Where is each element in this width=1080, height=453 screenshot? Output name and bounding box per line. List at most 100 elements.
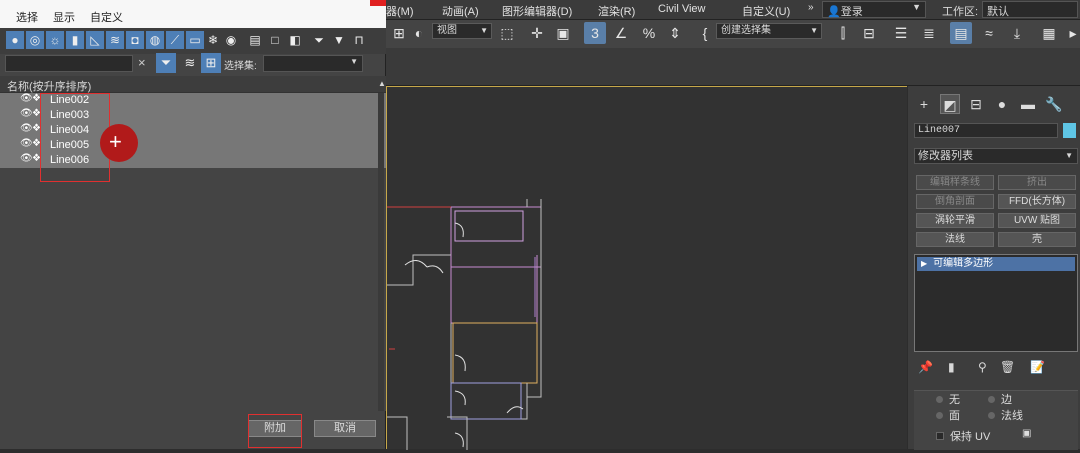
modifier-stack[interactable]: ▶ 可编辑多边形 xyxy=(914,254,1078,352)
eye-icon[interactable]: 👁 xyxy=(20,123,33,134)
filter-cameras-icon[interactable]: ▮ xyxy=(66,31,84,49)
motion-tab-icon[interactable]: ● xyxy=(992,94,1012,114)
settings-icon[interactable]: ▣ xyxy=(1022,428,1031,439)
menubar-overflow-icon[interactable]: » xyxy=(808,2,814,13)
modifier-button[interactable]: FFD(长方体) xyxy=(998,194,1076,209)
modify-tab-icon[interactable]: ◩ xyxy=(940,94,960,114)
filter-xrefs-icon[interactable]: ◍ xyxy=(146,31,164,49)
eye-icon[interactable]: 👁 xyxy=(20,153,33,164)
menu-item-animation[interactable]: 动画(A) xyxy=(442,3,479,19)
radio-face[interactable]: 面 xyxy=(936,407,960,423)
viewport[interactable] xyxy=(386,86,907,450)
filter-icon[interactable]: ▼ xyxy=(330,31,348,49)
align-icon[interactable]: ⊟ xyxy=(858,22,880,44)
material-editor-icon[interactable]: ▦ xyxy=(1038,22,1060,44)
scene-explorer-icon[interactable]: ☰ xyxy=(890,22,912,44)
filter-shapes-icon[interactable]: ◎ xyxy=(26,31,44,49)
close-button[interactable] xyxy=(370,0,386,6)
display-tab-icon[interactable]: ▬ xyxy=(1018,94,1038,114)
modifier-button[interactable]: 法线 xyxy=(916,232,994,247)
show-end-result-icon[interactable]: ▮ xyxy=(948,360,955,374)
layers-icon[interactable]: ≋ xyxy=(180,53,200,73)
selection-set-dropdown[interactable]: ▼ xyxy=(263,55,363,72)
modifier-button[interactable]: 倒角剖面 xyxy=(916,194,994,209)
modifier-list-dropdown[interactable]: 修改器列表 ▼ xyxy=(914,148,1078,164)
list-header[interactable]: 名称(按升序排序) ▲ xyxy=(0,76,386,93)
login-dropdown[interactable]: 👤登录 ▼ xyxy=(822,1,926,18)
ribbon-icon[interactable]: ▤ xyxy=(950,22,972,44)
select-all-icon[interactable]: ▤ xyxy=(246,31,264,49)
spinner-snap-icon[interactable]: ⇕ xyxy=(664,22,686,44)
snap-3d-icon[interactable]: 3 xyxy=(584,22,606,44)
dialog-menu-display[interactable]: 显示 xyxy=(53,9,75,25)
modifier-button[interactable]: 涡轮平滑 xyxy=(916,213,994,228)
filter-funnel-icon[interactable]: ⏷ xyxy=(310,31,328,49)
menu-item-modifiers[interactable]: 器(M) xyxy=(386,3,414,19)
modifier-button[interactable]: UVW 贴图 xyxy=(998,213,1076,228)
chevron-down-icon: ▼ xyxy=(1065,151,1073,160)
object-color-swatch[interactable] xyxy=(1063,123,1076,138)
eye-icon[interactable]: 👁 xyxy=(20,108,33,119)
move-icon[interactable]: ✛ xyxy=(526,22,548,44)
filter-groups-icon[interactable]: ◘ xyxy=(126,31,144,49)
render-setup-icon[interactable]: ▸ xyxy=(1062,22,1080,44)
make-unique-icon[interactable]: ⚲ xyxy=(978,360,987,374)
pin-stack-icon[interactable]: 📌 xyxy=(918,360,933,374)
select-none-icon[interactable]: □ xyxy=(266,31,284,49)
filter-spacewarps-icon[interactable]: ≋ xyxy=(106,31,124,49)
object-name-field[interactable]: Line007 xyxy=(914,123,1058,138)
filter-bones-icon[interactable]: ⟋ xyxy=(166,31,184,49)
display-children-icon[interactable]: ⊓ xyxy=(350,31,368,49)
radio-edge[interactable]: 边 xyxy=(988,391,1012,407)
menu-item-civil-view[interactable]: Civil View xyxy=(658,3,705,15)
hierarchy-icon[interactable]: ⊞ xyxy=(201,53,221,73)
workspace-dropdown[interactable]: 默认 xyxy=(982,1,1078,18)
utilities-tab-icon[interactable]: 🔧 xyxy=(1044,94,1064,114)
mirror-icon[interactable]: ⫿ xyxy=(832,22,854,44)
hierarchy-tab-icon[interactable]: ⊟ xyxy=(966,94,986,114)
eye-icon[interactable]: 👁 xyxy=(20,138,33,149)
expand-arrow-icon[interactable]: ▶ xyxy=(921,259,927,268)
schematic-view-icon[interactable]: ⤓ xyxy=(1006,22,1028,44)
radio-normal[interactable]: 法线 xyxy=(988,407,1023,423)
remove-modifier-icon[interactable]: 🗑 xyxy=(1000,360,1015,374)
radio-none[interactable]: 无 xyxy=(936,391,960,407)
reference-coord-dropdown[interactable]: 视图 ▼ xyxy=(432,23,492,39)
scrollbar[interactable] xyxy=(378,93,384,411)
search-input[interactable] xyxy=(5,55,133,72)
dialog-menu-customize[interactable]: 自定义 xyxy=(90,9,123,25)
configure-sets-icon[interactable]: 📝 xyxy=(1030,360,1045,374)
create-tab-icon[interactable]: + xyxy=(914,94,934,114)
manipulate-icon[interactable]: ▣ xyxy=(552,22,574,44)
curve-editor-icon[interactable]: ≈ xyxy=(978,22,1000,44)
bind-space-warp-icon[interactable]: ◐ xyxy=(408,22,430,44)
filter-lights-icon[interactable]: ☼ xyxy=(46,31,64,49)
modifier-button[interactable]: 挤出 xyxy=(998,175,1076,190)
modifier-button[interactable]: 壳 xyxy=(998,232,1076,247)
keep-uv-checkbox[interactable]: 保持 UV xyxy=(936,428,990,444)
menu-item-graph-editors[interactable]: 图形编辑器(D) xyxy=(502,3,572,19)
menu-item-rendering[interactable]: 渲染(R) xyxy=(598,3,635,19)
cancel-button[interactable]: 取消 xyxy=(314,420,376,437)
frozen-icon[interactable]: ❄ xyxy=(204,31,222,49)
named-selection-dropdown[interactable]: 创建选择集 ▼ xyxy=(716,23,822,39)
hidden-icon[interactable]: ◉ xyxy=(222,31,240,49)
link-icon[interactable]: ⊞ xyxy=(388,22,410,44)
menu-item-customize[interactable]: 自定义(U) xyxy=(742,3,790,19)
layer-explorer-icon[interactable]: ≣ xyxy=(918,22,940,44)
invert-selection-icon[interactable]: ◧ xyxy=(286,31,304,49)
pivot-icon[interactable]: ⬚ xyxy=(496,22,518,44)
eye-icon[interactable]: 👁 xyxy=(20,93,33,104)
clear-search-icon[interactable]: × xyxy=(138,55,146,70)
edit-named-sets-icon[interactable]: { xyxy=(694,22,716,44)
angle-snap-icon[interactable]: ∠ xyxy=(610,22,632,44)
percent-snap-icon[interactable]: % xyxy=(638,22,660,44)
filter-helpers-icon[interactable]: ◺ xyxy=(86,31,104,49)
filter-geometry-icon[interactable]: ● xyxy=(6,31,24,49)
filter-containers-icon[interactable]: ▭ xyxy=(186,31,204,49)
workspace-label: 工作区: xyxy=(942,6,979,18)
filter-selected-icon[interactable]: ⏷ xyxy=(156,53,176,73)
modifier-button[interactable]: 编辑样条线 xyxy=(916,175,994,190)
stack-item-editable-poly[interactable]: ▶ 可编辑多边形 xyxy=(917,257,1075,271)
dialog-menu-select[interactable]: 选择 xyxy=(16,9,38,25)
